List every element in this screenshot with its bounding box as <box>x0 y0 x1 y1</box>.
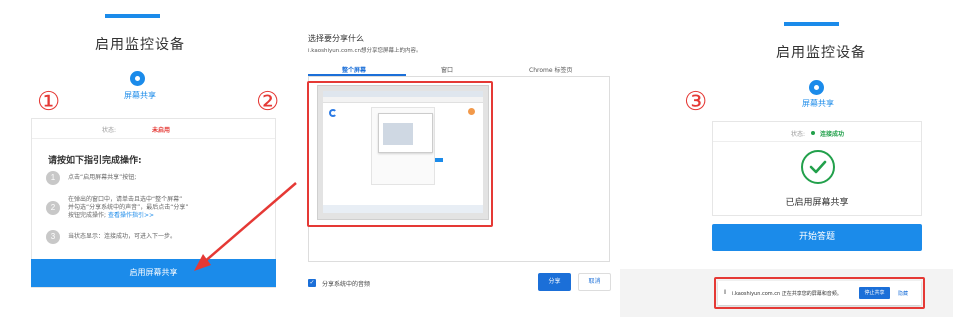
step-label: 屏幕共享 <box>802 99 834 108</box>
step-text: 当状态显示：连接成功，可进入下一步。 <box>68 233 177 240</box>
cancel-button[interactable]: 取消 <box>578 273 611 291</box>
step-text: 并勾选“分享系统中的声音”，最后点击“分享” <box>68 204 189 211</box>
share-audio-label: 分享系统中的音频 <box>322 281 371 288</box>
step-text: 按钮完成操作; <box>68 212 108 219</box>
status-key: 状态: <box>791 131 806 138</box>
step-label: 屏幕共享 <box>124 91 156 100</box>
annotation-highlight-box <box>714 277 925 309</box>
guide-title: 请按如下指引完成操作: <box>48 156 142 166</box>
status-card: 状态: 连接成功 已启用屏幕共享 <box>712 121 922 216</box>
active-tab-underline <box>308 74 406 76</box>
start-answering-button[interactable]: 开始答题 <box>712 224 922 251</box>
success-dot-icon <box>811 131 815 135</box>
status-row: 状态: 连接成功 <box>713 122 921 142</box>
page-title: 启用监控设备 <box>95 37 185 53</box>
status-value: 连接成功 <box>820 131 845 138</box>
guide-step: 2 在弹出的窗口中，请单击且选中“整个屏幕” 并勾选“分享系统中的声音”，最后点… <box>46 196 271 222</box>
step-text: 点击“启用屏幕共享”按钮; <box>68 174 137 181</box>
shared-status-text: 已启用屏幕共享 <box>785 198 849 208</box>
tab-entire-screen[interactable]: 整个屏幕 <box>342 65 366 74</box>
panel-share-success: 启用监控设备 屏幕共享 ③ 状态: 连接成功 已启用屏幕共享 开始答题 ‖ i.… <box>620 0 953 317</box>
top-accent-bar <box>784 22 839 26</box>
step-dot-icon <box>130 71 145 86</box>
status-row: 状态: 未启用 <box>32 119 275 139</box>
annotation-number: ③ <box>684 87 708 117</box>
top-accent-bar <box>105 14 160 18</box>
step-text: 在弹出的窗口中，请单击且选中“整个屏幕” <box>68 196 183 203</box>
success-check-icon <box>801 150 835 184</box>
page-title: 启用监控设备 <box>776 45 866 61</box>
dialog-subtitle: i.kaoshiyun.com.cn想分享您屏幕上的内容。 <box>308 48 422 54</box>
enable-screen-share-button[interactable]: 启用屏幕共享 <box>31 259 276 287</box>
tab-chrome-tab[interactable]: Chrome 标签页 <box>529 65 572 74</box>
status-key: 状态: <box>102 127 117 134</box>
dialog-title: 选择要分享什么 <box>308 34 364 43</box>
step-dot-icon <box>809 80 824 95</box>
step-number-badge: 3 <box>46 230 60 244</box>
guide-link[interactable]: 查看操作指引>> <box>108 212 154 219</box>
panel-enable-monitoring: 启用监控设备 屏幕共享 ① 状态: 未启用 请按如下指引完成操作: 1 点击“启… <box>0 0 295 317</box>
step-number-badge: 1 <box>46 171 60 185</box>
status-value: 未启用 <box>152 127 171 134</box>
annotation-highlight-box <box>307 81 493 227</box>
step-number-badge: 2 <box>46 201 60 215</box>
panel-share-picker: ② 选择要分享什么 i.kaoshiyun.com.cn想分享您屏幕上的内容。 … <box>256 0 620 317</box>
annotation-number: ① <box>37 87 61 117</box>
share-audio-checkbox[interactable]: ✓ <box>308 279 316 287</box>
share-tabs: 整个屏幕 窗口 Chrome 标签页 <box>308 64 610 77</box>
guide-step: 1 点击“启用屏幕共享”按钮; <box>46 171 271 187</box>
guide-step: 3 当状态显示：连接成功，可进入下一步。 <box>46 230 271 246</box>
annotation-number: ② <box>256 87 280 117</box>
share-button[interactable]: 分享 <box>538 273 571 291</box>
tab-window[interactable]: 窗口 <box>441 65 453 74</box>
